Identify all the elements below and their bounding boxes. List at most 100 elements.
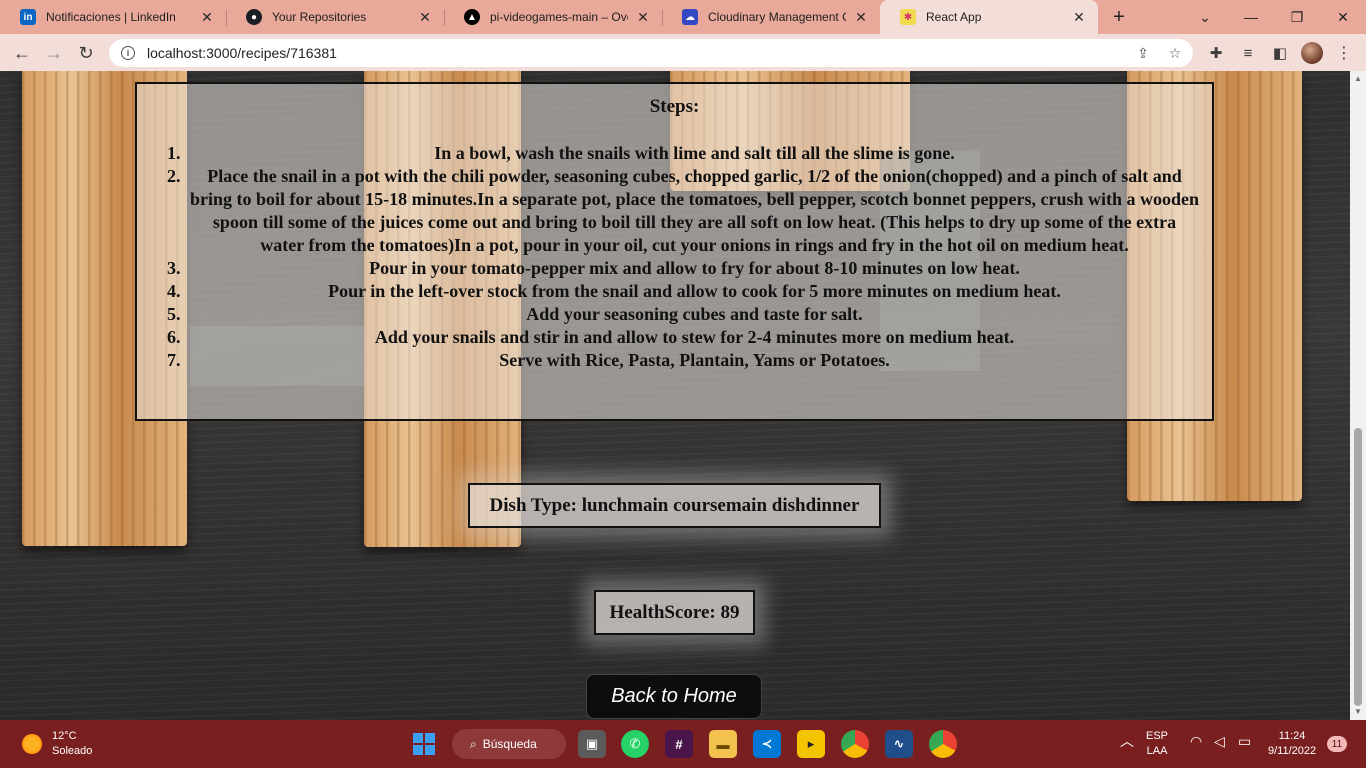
react-app-icon: ✱ [900,9,916,25]
performance-monitor-icon[interactable]: ∿ [885,730,913,758]
step-item: 3. Pour in your tomato-pepper mix and all… [167,257,1200,280]
step-text: In a bowl, wash the snails with lime and… [434,143,955,163]
weather-widget[interactable]: 12°C Soleado [52,729,92,759]
step-number: 1. [167,143,181,163]
step-text: Serve with Rice, Pasta, Plantain, Yams o… [499,350,890,370]
github-icon: ● [246,9,262,25]
volume-icon[interactable]: ◁ [1214,734,1225,749]
clock-time: 11:24 [1278,730,1306,742]
sticky-app-icon[interactable]: ▸ [797,730,825,758]
wifi-icon[interactable]: ◠ [1190,734,1202,749]
battery-icon[interactable]: ▭ [1238,734,1251,749]
clock[interactable]: 11:24 9/11/2022 [1268,729,1316,759]
reload-icon[interactable]: ↻ [72,39,100,67]
step-number: 5. [167,304,181,324]
tab-cloudinary[interactable]: ☁ Cloudinary Management Con ✕ [662,0,880,34]
media-queue-icon[interactable]: ≡ [1234,39,1262,67]
step-text: Place the snail in a pot with the chili … [189,166,1200,255]
forward-arrow-icon[interactable]: → [40,39,68,67]
tab-react-app[interactable]: ✱ React App ✕ [880,0,1098,34]
step-item: 1. In a bowl, wash the snails with lime a… [167,142,1200,165]
tab-vercel[interactable]: ▲ pi-videogames-main – Overv ✕ [444,0,662,34]
close-tab-icon[interactable]: ✕ [852,8,870,26]
minimize-button[interactable]: — [1228,0,1274,34]
bookmark-star-icon[interactable]: ☆ [1166,44,1184,62]
clock-date: 9/11/2022 [1268,745,1317,757]
browser-toolbar: ← → ↻ i localhost:3000/recipes/716381 ⇪ … [0,34,1366,71]
step-number: 4. [167,281,181,301]
step-text: Pour in your tomato-pepper mix and allow… [369,258,1020,278]
step-text: Add your seasoning cubes and taste for s… [526,304,863,324]
page-scrollbar[interactable]: ▲ ▼ [1350,71,1366,720]
cloudinary-icon: ☁ [682,9,698,25]
taskbar-search[interactable]: ⌕ Búsqueda [452,729,566,759]
dish-type-text: Dish Type: lunchmain coursemain dishdinn… [489,494,860,516]
step-number: 2. [167,166,181,186]
back-arrow-icon[interactable]: ← [8,39,36,67]
weather-description: Soleado [52,745,93,757]
dish-type-box: Dish Type: lunchmain coursemain dishdinn… [468,483,881,528]
profile-avatar[interactable] [1301,42,1323,64]
step-item: 2. Place the snail in a pot with the chil… [167,165,1200,257]
language-indicator[interactable]: ESP LAA [1146,729,1168,759]
chrome-active-icon[interactable] [929,730,957,758]
page-viewport: Steps: 1. In a bowl, wash the snails with… [0,71,1350,720]
step-item: 7. Serve with Rice, Pasta, Plantain, Yams… [167,349,1200,372]
search-icon: ⌕ [470,736,477,751]
steps-section: Steps: 1. In a bowl, wash the snails with… [135,82,1214,421]
menu-kebab-icon[interactable]: ⋮ [1330,39,1358,67]
health-score-text: HealthScore: 89 [609,601,740,623]
tray-chevron-icon[interactable]: ︿ [1120,734,1134,749]
step-item: 4. Pour in the left-over stock from the s… [167,280,1200,303]
tab-title: Notificaciones | LinkedIn [46,10,176,24]
close-tab-icon[interactable]: ✕ [198,8,216,26]
health-score-box: HealthScore: 89 [594,590,755,635]
close-tab-icon[interactable]: ✕ [416,8,434,26]
step-number: 6. [167,327,181,347]
address-bar[interactable]: i localhost:3000/recipes/716381 ⇪ ☆ [109,39,1193,67]
tab-repositories[interactable]: ● Your Repositories ✕ [226,0,444,34]
step-number: 7. [167,350,181,370]
scroll-down-icon[interactable]: ▼ [1354,708,1362,716]
weather-temperature: 12°C [52,730,77,742]
tab-title: Your Repositories [272,10,367,24]
linkedin-icon: in [20,9,36,25]
step-item: 5. Add your seasoning cubes and taste for… [167,303,1200,326]
task-view-icon[interactable]: ▣ [578,730,606,758]
vscode-icon[interactable]: ≺ [753,730,781,758]
search-label: Búsqueda [482,737,537,751]
scrollbar-thumb[interactable] [1354,428,1362,706]
whatsapp-icon[interactable]: ✆ [621,730,649,758]
notification-badge[interactable]: 11 [1327,736,1347,752]
close-window-button[interactable]: ✕ [1320,0,1366,34]
tab-linkedin[interactable]: in Notificaciones | LinkedIn ✕ [0,0,226,34]
tab-title: Cloudinary Management Con [708,10,846,24]
language-code: ESP [1146,730,1169,742]
tab-title: pi-videogames-main – Overv [490,10,628,24]
site-info-icon[interactable]: i [121,46,135,60]
step-text: Pour in the left-over stock from the sna… [328,281,1061,301]
share-icon[interactable]: ⇪ [1134,44,1152,62]
chrome-icon[interactable] [841,730,869,758]
windows-start-icon[interactable] [410,730,438,758]
step-number: 3. [167,258,181,278]
keyboard-layout: LAA [1146,745,1168,757]
close-tab-icon[interactable]: ✕ [1070,8,1088,26]
slack-icon[interactable]: # [665,730,693,758]
extensions-icon[interactable]: ✚ [1202,39,1230,67]
step-item: 6. Add your snails and stir in and allow … [167,326,1200,349]
side-panel-icon[interactable]: ◧ [1266,39,1294,67]
tab-search-icon[interactable]: ⌄ [1182,0,1228,34]
file-explorer-icon[interactable]: ▬ [709,730,737,758]
steps-list: 1. In a bowl, wash the snails with lime a… [167,142,1200,372]
tab-strip: in Notificaciones | LinkedIn ✕ ● Your Re… [0,0,1366,34]
restore-button[interactable]: ❐ [1274,0,1320,34]
steps-title: Steps: [649,96,700,117]
back-to-home-button[interactable]: Back to Home [586,674,762,719]
close-tab-icon[interactable]: ✕ [634,8,652,26]
url-text: localhost:3000/recipes/716381 [147,45,337,61]
vercel-icon: ▲ [464,9,480,25]
sun-weather-icon[interactable] [22,734,42,754]
new-tab-button[interactable]: + [1106,4,1132,30]
scroll-up-icon[interactable]: ▲ [1354,75,1362,83]
